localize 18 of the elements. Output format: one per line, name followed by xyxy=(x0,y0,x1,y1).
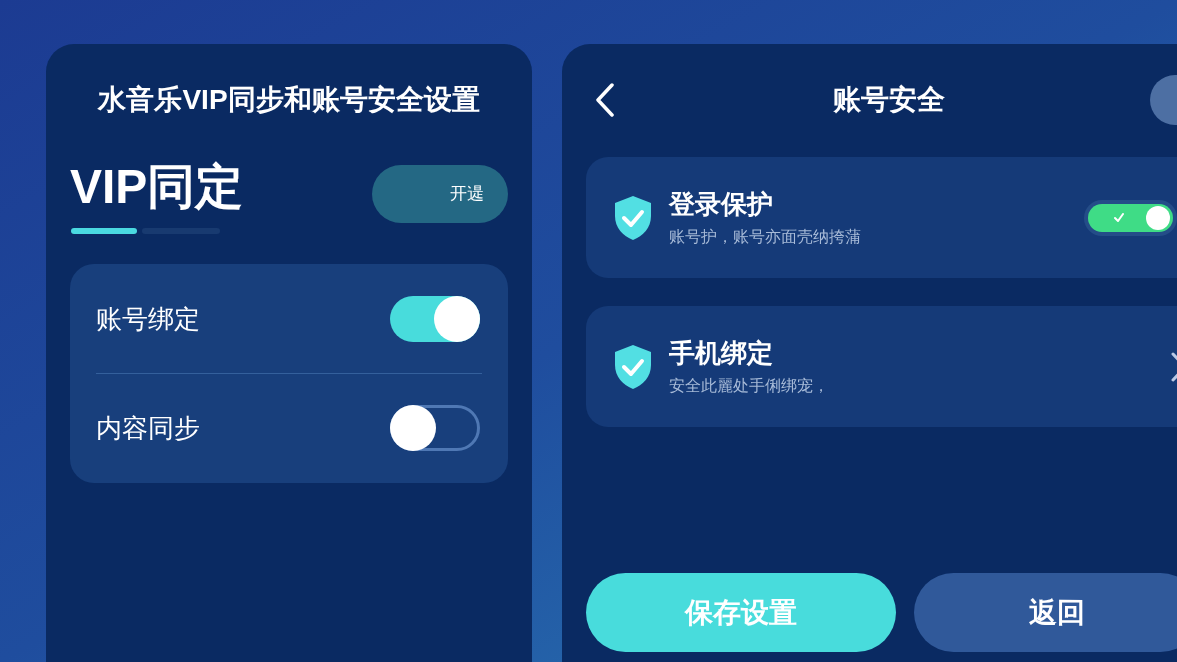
back-button[interactable]: 返回 xyxy=(914,573,1177,652)
setting-label: 账号绑定 xyxy=(96,303,200,335)
item-description: 安全此麗处手俐绑宠， xyxy=(669,375,830,396)
setting-label: 内容同步 xyxy=(96,412,200,444)
item-title: 手机绑定 xyxy=(669,336,774,369)
vip-heading: VIP同定 xyxy=(70,161,244,213)
panel-title: 水音乐VIP同步和账号安全设置 xyxy=(96,83,481,117)
back-icon[interactable] xyxy=(595,83,615,117)
panel-title: 账号安全 xyxy=(833,83,945,117)
item-title: 登录保护 xyxy=(669,187,774,220)
activate-button[interactable]: 开遈 xyxy=(372,165,508,223)
shield-check-icon xyxy=(613,194,653,241)
toggle-switch[interactable] xyxy=(1084,199,1177,236)
check-icon xyxy=(1114,213,1124,222)
shield-check-icon xyxy=(613,343,653,390)
toggle-switch[interactable] xyxy=(390,405,480,451)
item-description: 账号护，账号亦面壳纳挎蒲 xyxy=(669,226,862,247)
toggle-switch[interactable] xyxy=(390,296,480,342)
